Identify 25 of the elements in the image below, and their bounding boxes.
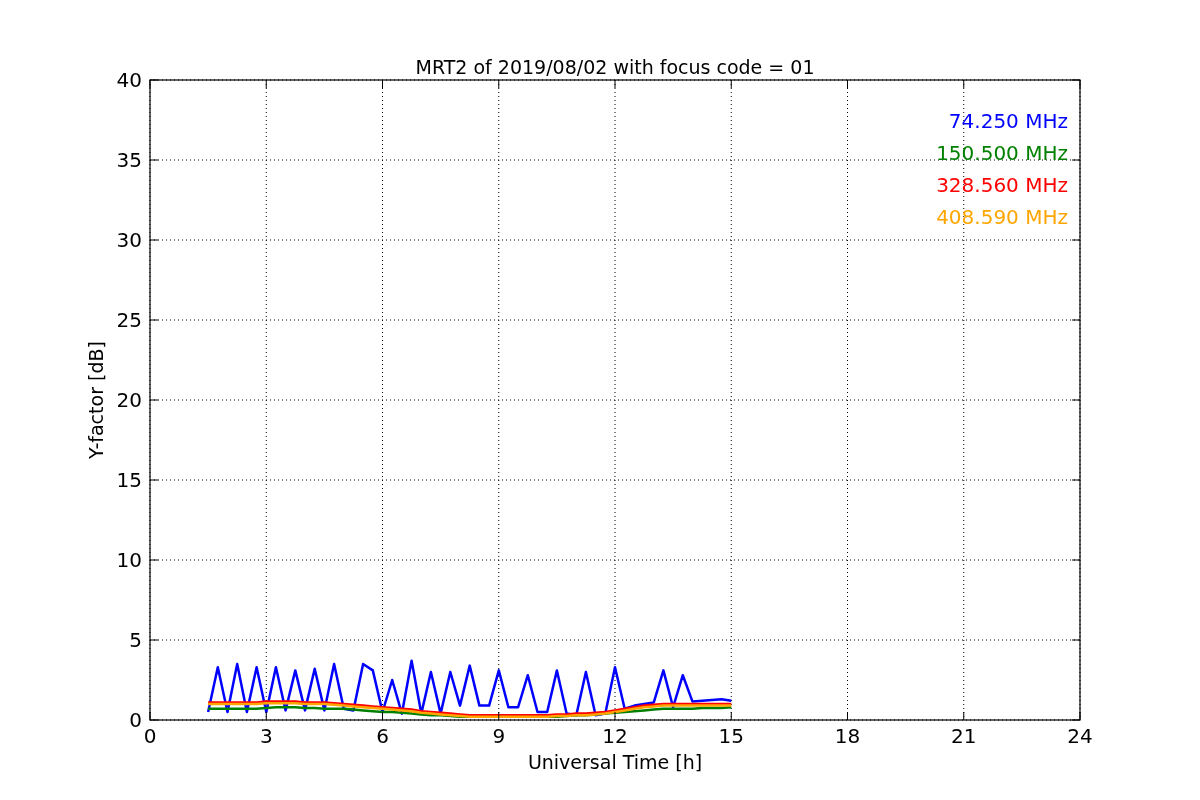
y-tick-label: 5 [129,628,142,652]
legend-label: 150.500 MHz [936,141,1068,165]
x-tick-label: 18 [834,724,861,748]
x-tick-label: 21 [951,724,977,748]
x-tick-label: 3 [259,724,273,748]
y-tick-label: 35 [116,148,142,172]
y-tick-label: 0 [129,708,142,732]
y-tick-label: 20 [116,388,142,412]
legend-label: 74.250 MHz [948,109,1068,133]
x-tick-label: 24 [1067,724,1093,748]
y-tick-label: 10 [116,548,142,572]
y-tick-label: 25 [116,308,142,332]
x-tick-label: 0 [143,724,157,748]
x-tick-label: 9 [492,724,506,748]
y-tick-label: 40 [116,68,142,92]
x-axis-label: Universal Time [h] [527,751,703,773]
y-axis-label: Y-factor [dB] [85,341,107,459]
x-tick-label: 12 [602,724,628,748]
x-tick-label: 15 [718,724,744,748]
y-tick-label: 30 [116,228,142,252]
x-tick-label: 6 [376,724,389,748]
legend-label: 408.590 MHz [936,205,1068,229]
y-tick-label: 15 [116,468,142,492]
chart-title: MRT2 of 2019/08/02 with focus code = 01 [415,56,815,78]
legend-label: 328.560 MHz [936,173,1068,197]
